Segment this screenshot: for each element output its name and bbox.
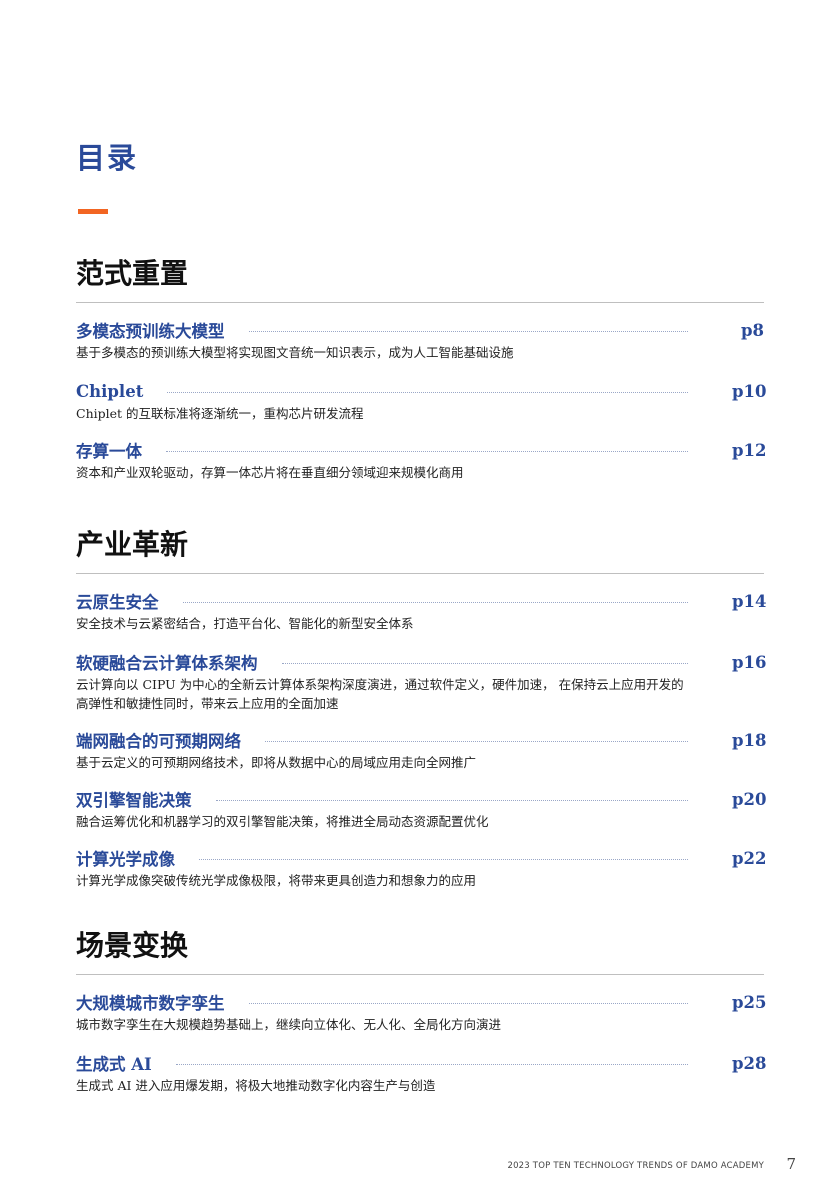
toc-entry[interactable]: 生成式 AI p28 生成式 AI 进入应用爆发期，将极大地推动数字化内容生产与…	[76, 1051, 767, 1095]
section-divider	[76, 302, 764, 303]
toc-entry-page[interactable]: p10	[732, 382, 767, 401]
toc-entry[interactable]: 计算光学成像 p22 计算光学成像突破传统光学成像极限，将带来更具创造力和想象力…	[76, 846, 767, 890]
toc-entry-description: 融合运筹优化和机器学习的双引擎智能决策，将推进全局动态资源配置优化	[76, 814, 489, 829]
toc-entry-page[interactable]: p18	[732, 731, 767, 750]
accent-bar	[78, 209, 108, 214]
section-divider	[76, 974, 764, 975]
leader-dots	[248, 330, 688, 332]
toc-entry[interactable]: 双引擎智能决策 p20 融合运筹优化和机器学习的双引擎智能决策，将推进全局动态资…	[76, 787, 767, 831]
toc-entry-page[interactable]: p22	[732, 849, 767, 868]
toc-entry[interactable]: 云原生安全 p14 安全技术与云紧密结合，打造平台化、智能化的新型安全体系	[76, 589, 767, 633]
toc-entry[interactable]: 大规模城市数字孪生 p25 城市数字孪生在大规模趋势基础上，继续向立体化、无人化…	[76, 990, 767, 1034]
leader-dots	[182, 601, 688, 603]
toc-entry-page[interactable]: p16	[732, 653, 767, 672]
leader-dots	[215, 799, 688, 801]
leader-dots	[166, 450, 688, 452]
toc-entry-page[interactable]: p8	[732, 321, 764, 340]
toc-entry-description: 资本和产业双轮驱动，存算一体芯片将在垂直细分领域迎来规模化商用	[76, 465, 464, 480]
footer-publication-title: 2023 TOP TEN TECHNOLOGY TRENDS OF DAMO A…	[507, 1161, 764, 1171]
toc-entry-title[interactable]: 生成式 AI	[76, 1051, 152, 1075]
toc-entry-description: 安全技术与云紧密结合，打造平台化、智能化的新型安全体系	[76, 616, 414, 631]
toc-entry-page[interactable]: p20	[732, 790, 767, 809]
toc-entry-description: 基于云定义的可预期网络技术，即将从数据中心的局域应用走向全网推广	[76, 755, 477, 770]
toc-entry-title[interactable]: 计算光学成像	[76, 846, 175, 870]
section-scenario-transformation: 场景变换 大规模城市数字孪生 p25 城市数字孪生在大规模趋势基础上，继续向立体…	[76, 928, 767, 1093]
toc-entry-description: 基于多模态的预训练大模型将实现图文音统一知识表示，成为人工智能基础设施	[76, 345, 514, 360]
leader-dots	[265, 740, 688, 742]
toc-entry[interactable]: Chiplet p10 Chiplet 的互联标准将逐渐统一，重构芯片研发流程	[76, 380, 767, 423]
toc-entry-description: 计算光学成像突破传统光学成像极限，将带来更具创造力和想象力的应用	[76, 873, 477, 888]
leader-dots	[281, 662, 688, 664]
toc-entry-title[interactable]: 软硬融合云计算体系架构	[76, 650, 258, 674]
toc-entry-page[interactable]: p28	[732, 1054, 767, 1073]
toc-entry-title[interactable]: Chiplet	[76, 382, 143, 401]
leader-dots	[175, 1063, 688, 1065]
toc-entry-page[interactable]: p12	[732, 441, 767, 460]
section-heading: 范式重置	[76, 257, 189, 290]
toc-entry-title[interactable]: 双引擎智能决策	[76, 787, 192, 811]
section-industry-innovation: 产业革新 云原生安全 p14 安全技术与云紧密结合，打造平台化、智能化的新型安全…	[76, 527, 767, 888]
toc-entry-title[interactable]: 大规模城市数字孪生	[76, 990, 225, 1014]
toc-entry-title[interactable]: 端网融合的可预期网络	[76, 728, 241, 752]
section-heading: 产业革新	[76, 528, 189, 561]
toc-entry-description: 生成式 AI 进入应用爆发期，将极大地推动数字化内容生产与创造	[76, 1078, 436, 1093]
section-heading: 场景变换	[76, 929, 189, 962]
section-paradigm-reset: 范式重置 多模态预训练大模型 p8 基于多模态的预训练大模型将实现图文音统一知识…	[76, 256, 767, 480]
toc-entry[interactable]: 存算一体 p12 资本和产业双轮驱动，存算一体芯片将在垂直细分领域迎来规模化商用	[76, 438, 767, 482]
page-number: 7	[786, 1155, 796, 1173]
toc-entry[interactable]: 多模态预训练大模型 p8 基于多模态的预训练大模型将实现图文音统一知识表示，成为…	[76, 319, 764, 362]
toc-entry-page[interactable]: p25	[732, 993, 767, 1012]
toc-entry-page[interactable]: p14	[732, 592, 767, 611]
toc-entry[interactable]: 端网融合的可预期网络 p18 基于云定义的可预期网络技术，即将从数据中心的局域应…	[76, 728, 767, 772]
toc-entry-description: 城市数字孪生在大规模趋势基础上，继续向立体化、无人化、全局化方向演进	[76, 1017, 502, 1032]
section-divider	[76, 573, 764, 574]
leader-dots	[199, 858, 688, 860]
toc-entry-title[interactable]: 存算一体	[76, 438, 142, 462]
leader-dots	[248, 1002, 688, 1004]
toc-entry-description: Chiplet 的互联标准将逐渐统一，重构芯片研发流程	[76, 406, 364, 421]
toc-entry-description: 云计算向以 CIPU 为中心的全新云计算体系架构深度演进，通过软件定义，硬件加速…	[76, 677, 684, 711]
leader-dots	[167, 391, 688, 393]
toc-entry[interactable]: 软硬融合云计算体系架构 p16 云计算向以 CIPU 为中心的全新云计算体系架构…	[76, 650, 767, 713]
page-title: 目录	[76, 141, 139, 175]
toc-entry-title[interactable]: 云原生安全	[76, 589, 159, 613]
toc-entry-title[interactable]: 多模态预训练大模型	[76, 318, 225, 342]
